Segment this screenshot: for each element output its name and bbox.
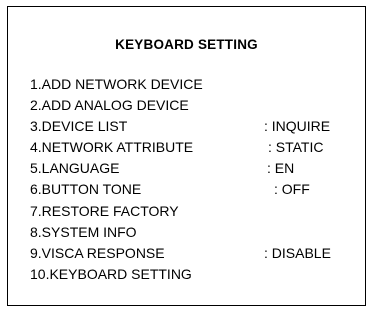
menu-item-add-network-device[interactable]: 1.ADD NETWORK DEVICE <box>30 74 350 95</box>
menu-item-system-info[interactable]: 8.SYSTEM INFO <box>30 222 350 243</box>
button-tone-value: : OFF <box>274 181 310 198</box>
menu-item-label: 9.VISCA RESPONSE <box>30 244 165 261</box>
menu-item-label: 2.ADD ANALOG DEVICE <box>30 97 189 114</box>
keyboard-setting-panel: KEYBOARD SETTING 1.ADD NETWORK DEVICE 2.… <box>7 6 366 306</box>
menu-item-visca-response[interactable]: 9.VISCA RESPONSE : DISABLE <box>30 243 350 264</box>
settings-menu: 1.ADD NETWORK DEVICE 2.ADD ANALOG DEVICE… <box>30 74 350 285</box>
menu-item-network-attribute[interactable]: 4.NETWORK ATTRIBUTE : STATIC <box>30 137 350 158</box>
menu-item-add-analog-device[interactable]: 2.ADD ANALOG DEVICE <box>30 95 350 116</box>
menu-item-restore-factory[interactable]: 7.RESTORE FACTORY <box>30 201 350 222</box>
menu-item-language[interactable]: 5.LANGUAGE : EN <box>30 158 350 179</box>
network-attribute-value: : STATIC <box>268 139 324 156</box>
menu-item-keyboard-setting[interactable]: 10.KEYBOARD SETTING <box>30 264 350 285</box>
menu-item-label: 7.RESTORE FACTORY <box>30 202 179 219</box>
menu-item-label: 1.ADD NETWORK DEVICE <box>30 76 203 92</box>
language-value: : EN <box>267 160 295 177</box>
menu-item-label: 3.DEVICE LIST <box>30 118 128 135</box>
visca-response-value: : DISABLE <box>264 244 331 261</box>
menu-item-label: 5.LANGUAGE <box>30 160 120 177</box>
menu-item-button-tone[interactable]: 6.BUTTON TONE : OFF <box>30 179 350 200</box>
menu-title: KEYBOARD SETTING <box>115 37 258 52</box>
menu-item-label: 8.SYSTEM INFO <box>30 223 137 240</box>
menu-item-label: 10.KEYBOARD SETTING <box>30 265 192 282</box>
menu-item-label: 6.BUTTON TONE <box>30 181 142 198</box>
menu-item-label: 4.NETWORK ATTRIBUTE <box>30 139 194 156</box>
device-list-value: : INQUIRE <box>264 118 331 135</box>
menu-item-device-list[interactable]: 3.DEVICE LIST : INQUIRE <box>30 116 350 137</box>
